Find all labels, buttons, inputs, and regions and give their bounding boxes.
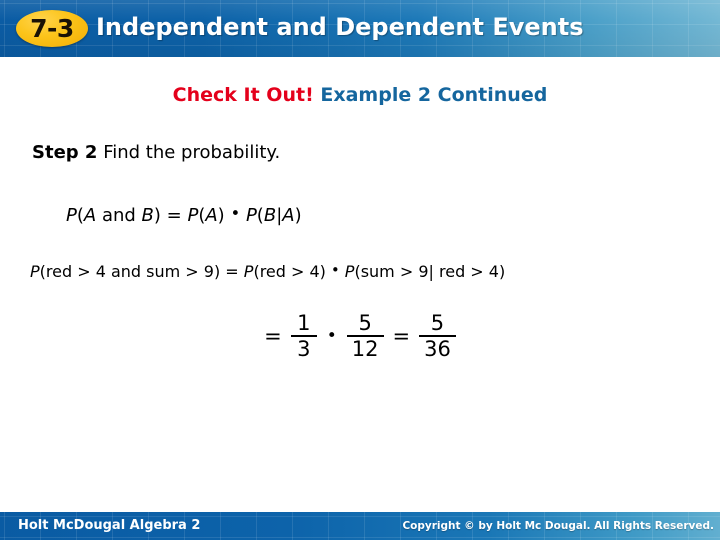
formula-general-rparen2: ) [217,204,225,226]
fraction-five-twelfths-numerator: 5 [358,311,372,335]
equals-sign-1: = [264,323,282,348]
multiplication-dot-icon: • [230,204,241,223]
formula-general-p1: P [66,204,77,226]
fraction-one-third-numerator: 1 [297,311,311,335]
fraction-five-thirtysixths-denominator: 36 [424,337,451,362]
multiplication-dot-icon-2: • [331,262,340,280]
formula-applied: P(red > 4 and sum > 9) = P(red > 4) • P(… [30,262,505,281]
subtitle-highlight: Check It Out! [172,84,314,106]
formula-applied-second-factor: (sum > 9| red > 4) [354,262,506,281]
formula-applied-p2: P [243,262,254,281]
slide-header-bar: 7-3 Independent and Dependent Events [0,0,720,57]
footer-copyright: Copyright © by Holt Mc Dougal. All Right… [402,520,714,532]
formula-general-event-b2: B [263,204,277,226]
step-label: Step 2 [32,142,98,163]
fraction-five-twelfths-denominator: 12 [351,337,379,362]
lesson-number-badge: 7-3 [16,10,88,47]
formula-general-and: and [96,204,142,226]
formula-general-rparen3: ) [294,204,302,226]
step-text: Find the probability. [103,142,281,163]
subtitle-rest: Example 2 Continued [320,84,548,106]
fraction-one-third: 1 3 [290,311,317,362]
formula-applied-equals: = [220,262,244,281]
fraction-one-third-denominator: 3 [297,337,311,362]
fraction-line: = 1 3 • 5 12 = 5 36 [0,312,720,361]
equals-sign-2: = [392,323,411,348]
formula-applied-first-factor: (red > 4) [253,262,326,281]
fraction-five-thirtysixths-numerator: 5 [430,311,445,335]
multiplication-dot-icon-3: • [326,325,337,346]
formula-general-event-b: B [141,204,154,226]
formula-applied-p1: P [30,262,40,281]
slide-footer-bar: Holt McDougal Algebra 2 Copyright © by H… [0,512,720,540]
formula-general-lparen1: ( [76,204,84,226]
formula-general-event-a2: A [205,204,218,226]
formula-general-equals: = [160,204,188,226]
subtitle: Check It Out! Example 2 Continued [0,84,720,106]
page-title: Independent and Dependent Events [96,13,584,41]
formula-general-lparen3: ( [256,204,264,226]
formula-general-p3: P [245,204,257,226]
footer-book-title: Holt McDougal Algebra 2 [18,518,201,533]
lesson-number-label: 7-3 [30,14,74,43]
formula-applied-p3: P [344,262,355,281]
formula-general: P(A and B) = P(A) • P(B|A) [66,204,302,226]
formula-general-event-a: A [83,204,97,226]
fraction-five-thirtysixths: 5 36 [419,312,456,361]
formula-general-p2: P [187,204,199,226]
fraction-five-twelfths: 5 12 [346,311,384,362]
formula-general-rparen1: ) [153,204,161,226]
formula-general-event-a3: A [282,204,295,226]
formula-applied-left-event: (red > 4 and sum > 9) [39,262,221,281]
step-line: Step 2 Find the probability. [32,142,280,163]
slide: 7-3 Independent and Dependent Events Che… [0,0,720,540]
